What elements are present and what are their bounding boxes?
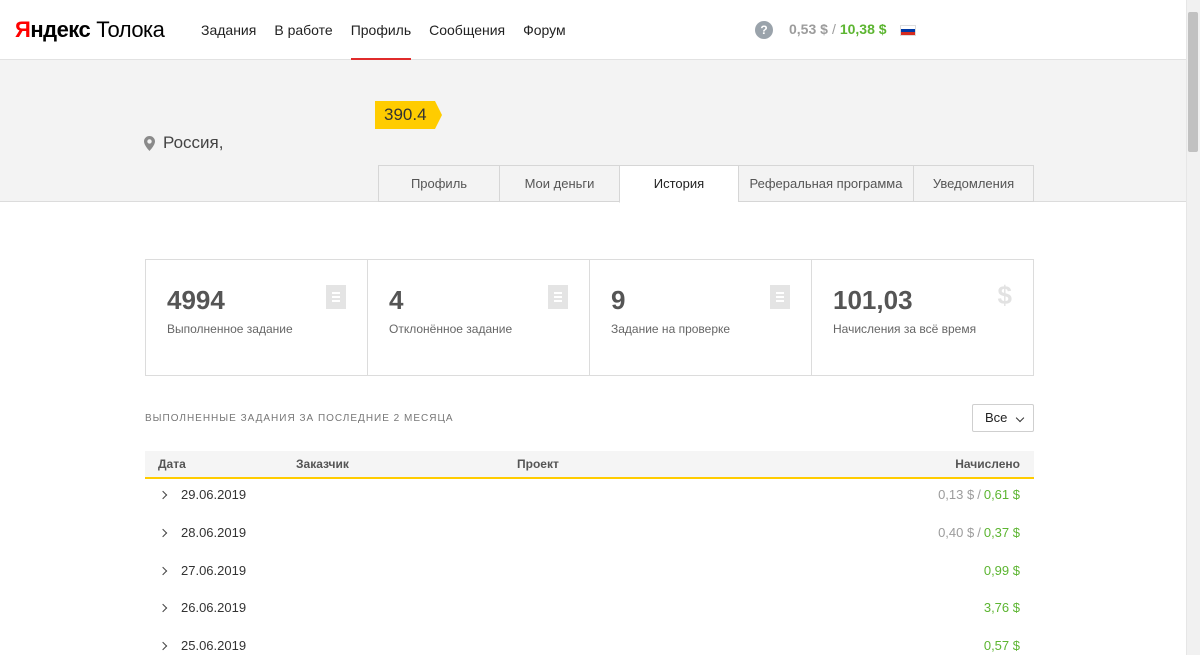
row-earned: 3,76 $	[983, 600, 1020, 615]
logo-toloka: Толока	[96, 17, 165, 42]
russia-flag-icon[interactable]	[900, 25, 916, 36]
row-amount: 0,40 $/0,37 $	[938, 525, 1020, 540]
table-row[interactable]: 29.06.2019 0,13 $/0,61 $	[145, 477, 1034, 515]
stat-label: Отклонённое задание	[389, 322, 513, 336]
tab-notifications[interactable]: Уведомления	[913, 165, 1034, 202]
stat-label: Начисления за всё время	[833, 322, 977, 336]
tab-history[interactable]: История	[619, 165, 738, 203]
row-separator: /	[977, 487, 981, 502]
document-icon	[770, 285, 790, 309]
chevron-right-icon[interactable]	[158, 566, 168, 576]
stat-total-earned: 101,03 Начисления за всё время $	[812, 260, 1033, 375]
tab-my-money[interactable]: Мои деньги	[499, 165, 619, 202]
location: Россия,	[144, 133, 223, 153]
chevron-right-icon[interactable]	[158, 641, 168, 651]
row-date: 27.06.2019	[181, 563, 247, 578]
row-earned: 0,57 $	[983, 638, 1020, 653]
dollar-icon: $	[997, 280, 1012, 310]
logo[interactable]: Яндекс Толока	[15, 17, 165, 43]
balance-available: 10,38 $	[839, 21, 887, 37]
column-project[interactable]: Проект	[517, 457, 559, 471]
stat-completed: 4994 Выполненное задание	[146, 260, 368, 375]
row-amount: 0,13 $/0,61 $	[938, 487, 1020, 502]
location-pin-icon	[144, 135, 155, 151]
stat-rejected: 4 Отклонённое задание	[368, 260, 590, 375]
table-row[interactable]: 28.06.2019 0,40 $/0,37 $	[145, 515, 1034, 553]
chevron-right-icon[interactable]	[158, 528, 168, 538]
chevron-right-icon[interactable]	[158, 603, 168, 613]
help-icon[interactable]: ?	[755, 21, 773, 39]
top-header: Яндекс Толока Задания В работе Профиль Со…	[0, 0, 1186, 60]
stat-under-review: 9 Задание на проверке	[590, 260, 812, 375]
row-separator: /	[977, 525, 981, 540]
row-amount: 0,99 $	[984, 563, 1020, 578]
row-earned: 0,37 $	[983, 525, 1020, 540]
history-filter-select[interactable]: Все	[972, 404, 1034, 432]
stat-label: Задание на проверке	[611, 322, 731, 336]
page: Яндекс Толока Задания В работе Профиль Со…	[0, 0, 1200, 655]
table-header: Дата Заказчик Проект Начислено	[145, 451, 1034, 479]
stat-value: 101,03	[833, 285, 913, 315]
filter-value: Все	[985, 410, 1008, 425]
chevron-right-icon[interactable]	[158, 490, 168, 500]
flag-stripe-red	[901, 32, 915, 35]
column-earned[interactable]: Начислено	[955, 457, 1020, 471]
main-nav: Задания В работе Профиль Сообщения Форум	[192, 0, 575, 60]
row-date: 28.06.2019	[181, 525, 247, 540]
tab-referral[interactable]: Реферальная программа	[738, 165, 913, 202]
nav-in-progress[interactable]: В работе	[265, 0, 341, 60]
stat-value: 9	[611, 285, 626, 315]
stat-label: Выполненное задание	[167, 322, 293, 336]
rating-badge: 390.4	[375, 101, 442, 129]
stat-value: 4	[389, 285, 404, 315]
nav-messages[interactable]: Сообщения	[420, 0, 514, 60]
balance-separator: /	[831, 21, 836, 37]
column-requester[interactable]: Заказчик	[296, 457, 349, 471]
row-amount: 0,57 $	[984, 638, 1020, 653]
nav-forum[interactable]: Форум	[514, 0, 575, 60]
table-row[interactable]: 27.06.2019 0,99 $	[145, 553, 1034, 591]
location-text: Россия,	[163, 133, 224, 152]
row-earned: 0,61 $	[983, 487, 1020, 502]
row-amount: 3,76 $	[984, 600, 1020, 615]
balance[interactable]: 0,53 $/10,38 $	[789, 21, 887, 37]
history-section-title: ВЫПОЛНЕННЫЕ ЗАДАНИЯ ЗА ПОСЛЕДНИЕ 2 МЕСЯЦ…	[145, 413, 454, 424]
column-date[interactable]: Дата	[158, 457, 186, 471]
row-date: 29.06.2019	[181, 487, 247, 502]
document-icon	[326, 285, 346, 309]
row-earned: 0,99 $	[983, 563, 1020, 578]
row-pending: 0,40 $	[938, 525, 975, 540]
table-row[interactable]: 25.06.2019 0,57 $	[145, 628, 1034, 655]
nav-tasks[interactable]: Задания	[192, 0, 265, 60]
stats-panel: 4994 Выполненное задание 4 Отклонённое з…	[145, 259, 1034, 376]
row-pending: 0,13 $	[938, 487, 975, 502]
row-date: 26.06.2019	[181, 600, 247, 615]
table-row[interactable]: 26.06.2019 3,76 $	[145, 590, 1034, 628]
profile-tabs: Профиль Мои деньги История Реферальная п…	[378, 165, 1034, 203]
row-date: 25.06.2019	[181, 638, 247, 653]
chevron-down-icon	[1015, 413, 1025, 423]
tab-profile[interactable]: Профиль	[378, 165, 499, 202]
logo-yandex: Яндекс	[15, 17, 91, 42]
scrollbar-thumb[interactable]	[1188, 12, 1198, 152]
balance-pending: 0,53 $	[789, 21, 828, 37]
stat-value: 4994	[167, 285, 225, 315]
nav-profile[interactable]: Профиль	[342, 0, 420, 60]
document-icon	[548, 285, 568, 309]
